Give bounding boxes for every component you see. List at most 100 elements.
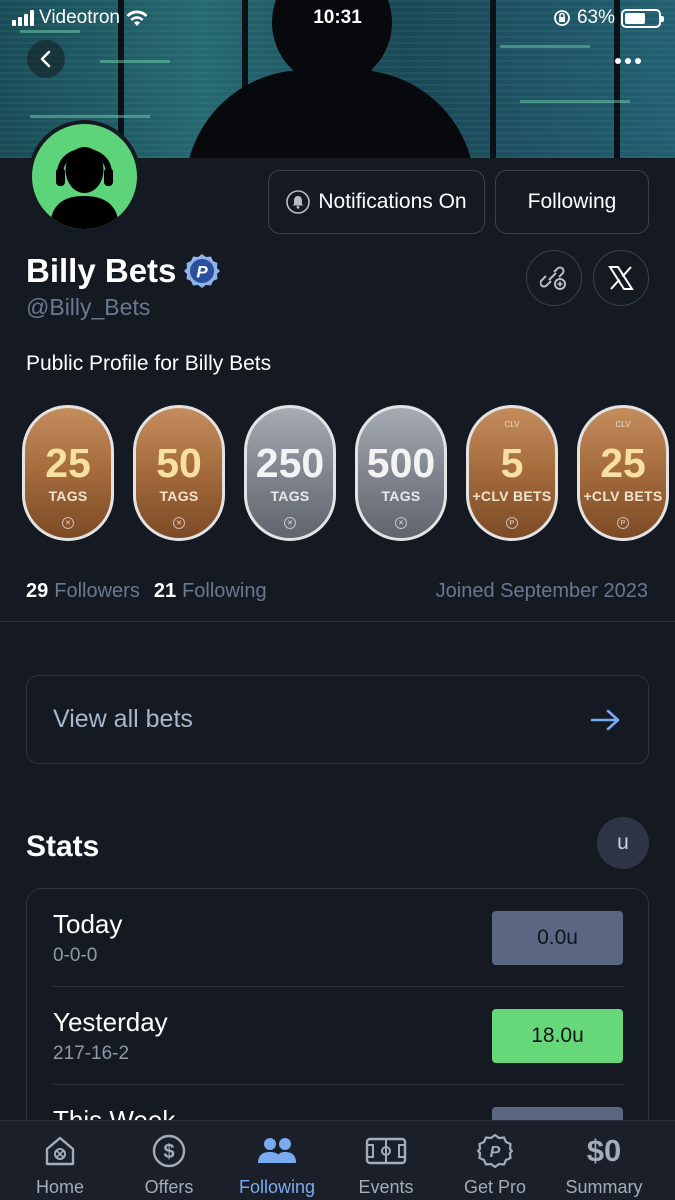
badge-number: 250: [255, 439, 325, 486]
status-bar: Videotron 10:31 63%: [0, 0, 675, 40]
profile-handle: @Billy_Bets: [26, 294, 151, 320]
badge-number: 5: [500, 439, 524, 486]
badge-emblem-icon: P: [506, 517, 518, 529]
notifications-label: Notifications On: [318, 190, 467, 213]
notifications-button[interactable]: Notifications On: [268, 170, 485, 234]
badge-sub-label: TAGS: [270, 487, 310, 504]
avatar: [28, 120, 141, 233]
following-button[interactable]: Following: [495, 170, 649, 234]
banner-screen-line: [100, 60, 170, 63]
badge-emblem-icon: ✕: [173, 517, 185, 529]
stat-period: Today: [53, 909, 123, 939]
badge-5-clv-bets[interactable]: CLV 5 +CLV BETS P: [466, 405, 558, 541]
link-add-icon: [540, 266, 566, 290]
badge-sub-label: TAGS: [381, 487, 421, 504]
following-count[interactable]: 21: [154, 580, 176, 603]
battery-percent: 63%: [576, 7, 615, 28]
badge-500-tags[interactable]: 500 TAGS ✕: [355, 405, 447, 541]
badge-number: 50: [156, 439, 202, 486]
followers-label[interactable]: Followers: [54, 580, 140, 603]
badge-sub-label: TAGS: [48, 487, 88, 504]
arrow-right-icon: [590, 709, 620, 730]
stats-heading: Stats: [26, 830, 100, 863]
nav-offers[interactable]: $ Offers: [114, 1121, 224, 1200]
stat-record: 0-0-0: [53, 945, 98, 966]
nav-following[interactable]: Following: [222, 1121, 332, 1200]
verified-pro-badge-icon: P: [184, 254, 221, 288]
badge-sub-label: +CLV BETS: [583, 487, 663, 504]
stat-units-pill: 0.0u: [492, 911, 623, 965]
followers-count[interactable]: 29: [26, 580, 48, 603]
banner-screen-line: [30, 115, 150, 118]
badge-25-clv-bets[interactable]: CLV 25 +CLV BETS P: [577, 405, 669, 541]
svg-text:P: P: [490, 1144, 501, 1161]
profile-name-text: Billy Bets: [26, 252, 177, 289]
badge-number: 25: [45, 439, 91, 486]
badge-top-label: CLV: [615, 420, 631, 429]
badge-emblem-icon: ✕: [395, 517, 407, 529]
more-dot: [635, 58, 641, 64]
badge-number: 500: [366, 439, 436, 486]
nav-label: Home: [35, 1177, 84, 1197]
stat-period: Yesterday: [53, 1007, 168, 1037]
nav-label: Summary: [565, 1177, 643, 1197]
back-button[interactable]: [27, 40, 65, 78]
unit-toggle-button[interactable]: u: [597, 817, 649, 869]
nav-label: Offers: [144, 1177, 194, 1197]
badge-sub-label: TAGS: [159, 487, 199, 504]
stat-row-today[interactable]: Today 0-0-0 0.0u: [53, 889, 623, 987]
dollar-icon: $: [151, 1127, 187, 1175]
user-silhouette-icon: [50, 147, 119, 229]
people-icon: [256, 1127, 298, 1175]
badge-emblem-icon: P: [617, 517, 629, 529]
bell-icon: [286, 190, 311, 214]
orientation-lock-icon: [554, 10, 570, 26]
nav-events[interactable]: Events: [331, 1121, 441, 1200]
bottom-navigation: Home $ Offers Following Events P Get Pro…: [0, 1120, 675, 1200]
more-dot: [625, 58, 631, 64]
add-link-button[interactable]: [526, 250, 582, 306]
section-divider: [0, 621, 675, 622]
more-dot: [615, 58, 621, 64]
achievement-badges: 25 TAGS ✕ 50 TAGS ✕ 250 TAGS ✕ 500 TAGS …: [22, 405, 675, 545]
summary-amount: $0: [587, 1127, 621, 1175]
badge-number: 25: [600, 439, 646, 486]
field-icon: [365, 1127, 407, 1175]
badge-25-tags[interactable]: 25 TAGS ✕: [22, 405, 114, 541]
following-button-label: Following: [527, 190, 617, 213]
view-all-bets-button[interactable]: View all bets: [26, 675, 649, 764]
battery-level: [625, 12, 646, 24]
nav-label: Following: [238, 1177, 316, 1197]
nav-label: Get Pro: [463, 1177, 527, 1197]
profile-name: Billy Bets P: [26, 252, 221, 290]
stats-card: Today 0-0-0 0.0u Yesterday 217-16-2 18.0…: [26, 888, 649, 1138]
nav-summary[interactable]: $0 Summary: [549, 1121, 659, 1200]
nav-home[interactable]: Home: [5, 1121, 115, 1200]
joined-date: Joined September 2023: [435, 580, 648, 602]
chevron-left-icon: [40, 50, 51, 68]
badge-sub-label: +CLV BETS: [472, 487, 552, 504]
view-all-bets-label: View all bets: [53, 705, 193, 733]
banner-screen-line: [500, 45, 590, 48]
x-social-button[interactable]: [593, 250, 649, 306]
banner-screen-line: [520, 100, 630, 103]
status-right: 63%: [553, 7, 664, 29]
stat-record: 217-16-2: [53, 1043, 130, 1064]
badge-emblem-icon: ✕: [62, 517, 74, 529]
badge-emblem-icon: ✕: [284, 517, 296, 529]
battery-icon: [621, 8, 664, 28]
x-logo-icon: [608, 266, 634, 290]
profile-bio: Public Profile for Billy Bets: [26, 352, 272, 375]
nav-label: Events: [358, 1177, 414, 1197]
nav-get-pro[interactable]: P Get Pro: [440, 1121, 550, 1200]
verified-badge-letter: P: [197, 263, 209, 282]
more-options-button[interactable]: [609, 42, 647, 80]
following-label[interactable]: Following: [182, 580, 266, 603]
stat-units-pill: 18.0u: [492, 1009, 623, 1063]
badge-250-tags[interactable]: 250 TAGS ✕: [244, 405, 336, 541]
badge-50-tags[interactable]: 50 TAGS ✕: [133, 405, 225, 541]
stat-row-yesterday[interactable]: Yesterday 217-16-2 18.0u: [53, 987, 623, 1085]
badge-top-label: CLV: [504, 420, 520, 429]
pro-badge-icon: P: [477, 1127, 513, 1175]
summary-amount-value: $0: [586, 1133, 622, 1168]
